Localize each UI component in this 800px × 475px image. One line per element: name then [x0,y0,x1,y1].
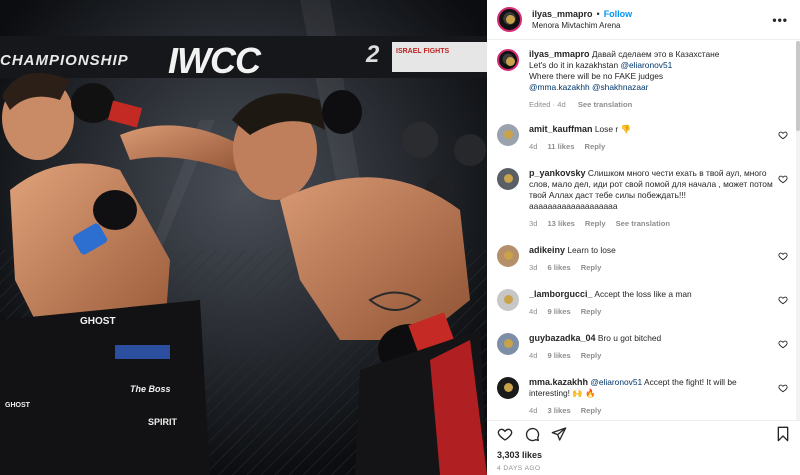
comment-age: 4d [529,351,538,360]
comment-text: Bro u got bitched [597,333,662,343]
banner-sponsor-panel [392,42,487,72]
comment-row: guybazadka_04 Bro u got bitched 4d 9 like… [497,333,790,361]
caption-line-3: Where there will be no FAKE judges [529,71,664,81]
like-comment-heart-icon[interactable] [778,339,788,349]
commenter-avatar[interactable] [497,245,519,267]
comment-likes[interactable]: 3 likes [547,406,570,415]
post-side-panel: ilyas_mmapro • Follow Menora Mivtachim Are… [487,0,800,475]
comment-text: Learn to lose [567,245,616,255]
comment-reply-button[interactable]: Reply [581,406,602,415]
more-options-icon[interactable]: ••• [772,13,788,27]
like-comment-heart-icon[interactable] [778,383,788,393]
trunk-sponsor: SPIRIT [148,417,178,427]
like-comment-heart-icon[interactable] [778,174,788,184]
comment-likes[interactable]: 9 likes [547,351,570,360]
banner-iwcc-logo: IWCC [168,40,261,81]
comment-row: mma.kazakhh @eliaronov51 Accept the figh… [497,377,790,416]
post-location[interactable]: Menora Mivtachim Arena [532,20,632,32]
comment-age: 3d [529,263,538,272]
likes-count[interactable]: 3,303 likes [497,450,790,460]
comment-username[interactable]: _lamborgucci_ [529,289,593,299]
comment-see-translation[interactable]: See translation [616,219,670,228]
comment-username[interactable]: amit_kauffman [529,124,593,134]
commenter-avatar[interactable] [497,377,519,399]
follow-button[interactable]: Follow [604,9,633,19]
comment-age: 4d [529,307,538,316]
caption-line-2: Let's do it in kazakhstan [529,60,621,70]
like-comment-heart-icon[interactable] [778,130,788,140]
comment-reply-button[interactable]: Reply [581,263,602,272]
like-comment-heart-icon[interactable] [778,295,788,305]
author-username[interactable]: ilyas_mmapro [532,9,593,19]
comment-username[interactable]: guybazadka_04 [529,333,596,343]
comment-username[interactable]: p_yankovsky [529,168,586,178]
comment-likes[interactable]: 6 likes [547,263,570,272]
banner-event-number: 2 [366,41,381,68]
comment-likes[interactable]: 9 likes [547,307,570,316]
comment-row: amit_kauffman Lose r 👎 4d 11 likes Reply [497,124,790,152]
commenter-avatar[interactable] [497,168,519,190]
post-date[interactable]: 4 DAYS AGO [497,465,790,472]
caption-edited: Edited · 4d [529,100,566,109]
caption-see-translation[interactable]: See translation [578,100,632,109]
caption-mention-shakhnazaar[interactable]: @shakhnazaar [592,82,648,92]
caption-username[interactable]: ilyas_mmapro [529,49,590,59]
save-bookmark-icon[interactable] [776,426,790,442]
like-heart-icon[interactable] [497,426,513,442]
comments-list[interactable]: ilyas_mmapro Давай сделаем это в Казахст… [487,41,800,420]
comment-username[interactable]: adikeiny [529,245,565,255]
comment-reply-button[interactable]: Reply [581,351,602,360]
author-avatar[interactable] [497,7,522,32]
comment-age: 4d [529,406,538,415]
comment-reply-button[interactable]: Reply [581,307,602,316]
comment-text: Lose r 👎 [594,124,631,134]
comment-mention[interactable]: @eliaronov51 [590,377,642,387]
comment-row: p_yankovsky Слишком много чести ехать в … [497,168,790,229]
comment-row: adikeiny Learn to lose 3d 6 likes Reply [497,245,790,273]
trunk-nickname: The Boss [130,384,171,394]
share-paper-plane-icon[interactable] [551,426,567,442]
commenter-avatar[interactable] [497,333,519,355]
like-comment-heart-icon[interactable] [778,251,788,261]
comment-row: _lamborgucci_ Accept the loss like a man… [497,289,790,317]
comment-likes[interactable]: 11 likes [547,142,574,151]
commenter-avatar[interactable] [497,289,519,311]
caption-mention-mma-kazakhh[interactable]: @mma.kazakhh [529,82,590,92]
comment-username[interactable]: mma.kazakhh [529,377,588,387]
commenter-avatar[interactable] [497,124,519,146]
banner-sponsor-text: ISRAEL FIGHTS [396,48,450,55]
caption: ilyas_mmapro Давай сделаем это в Казахст… [497,49,790,110]
comment-likes[interactable]: 13 likes [547,219,574,228]
caption-line-1: Давай сделаем это в Казахстане [591,49,720,59]
trunk-brand-side: GHOST [5,402,30,409]
caption-avatar[interactable] [497,49,519,71]
comment-reply-button[interactable]: Reply [585,219,606,228]
comment-age: 3d [529,219,538,228]
caption-text: ilyas_mmapro Давай сделаем это в Казахст… [529,49,790,93]
trunk-brand: GHOST [80,316,116,327]
post-actions: 3,303 likes 4 DAYS AGO [487,420,800,475]
comment-bubble-icon[interactable] [524,426,540,442]
caption-mention-eliaronov[interactable]: @eliaronov51 [620,60,672,70]
comments-scrollbar[interactable] [796,41,800,420]
comment-text: Accept the loss like a man [594,289,692,299]
post-photo[interactable]: CHAMPIONSHIP IWCC 2 ISRAEL FIGHTS GHOST … [0,0,487,475]
banner-championship: CHAMPIONSHIP [0,52,129,69]
caption-meta: Edited · 4d See translation [529,99,790,110]
comment-age: 4d [529,142,538,151]
separator-dot: • [596,8,600,19]
comment-reply-button[interactable]: Reply [584,142,605,151]
post-header: ilyas_mmapro • Follow Menora Mivtachim Are… [487,0,800,40]
